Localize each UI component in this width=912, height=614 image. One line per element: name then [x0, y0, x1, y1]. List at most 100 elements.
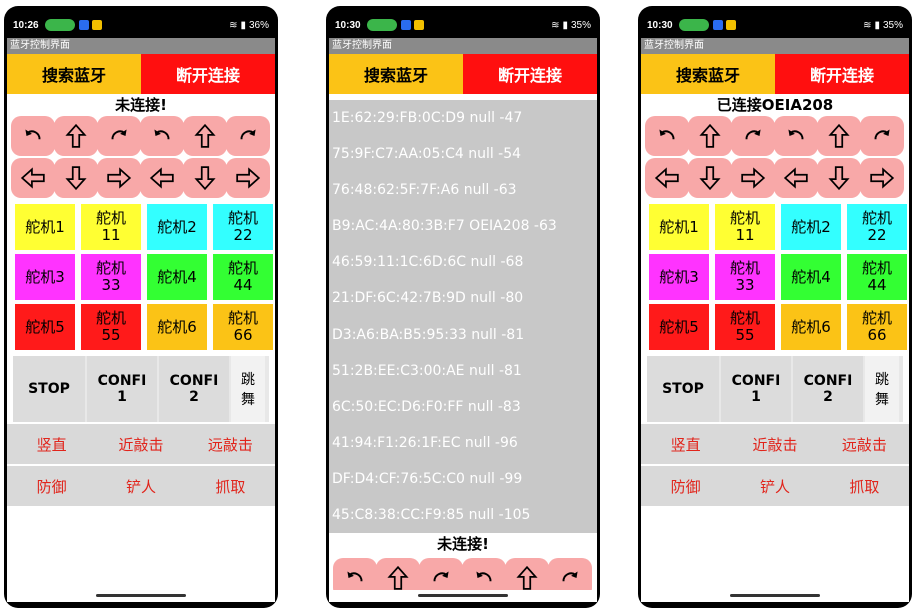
servo-button[interactable]: 舵机 33	[715, 254, 775, 300]
rotate-right-icon	[428, 565, 454, 591]
config2-button[interactable]: CONFI 2	[793, 356, 863, 422]
servo-button[interactable]: 舵机4	[781, 254, 841, 300]
disconnect-button[interactable]: 断开连接	[141, 54, 275, 94]
app-icon	[78, 20, 89, 30]
device-list-item[interactable]: 1E:62:29:FB:0C:D9 null -47	[329, 100, 597, 136]
servo-button[interactable]: 舵机1	[649, 204, 709, 250]
action-grab-button[interactable]: 抓取	[820, 466, 909, 506]
search-bluetooth-button[interactable]: 搜索蓝牙	[329, 54, 463, 94]
device-list-item[interactable]: DF:D4:CF:76:5C:C0 null -99	[329, 461, 597, 497]
servo-button[interactable]: 舵机4	[147, 254, 207, 300]
config1-button[interactable]: CONFI 1	[721, 356, 791, 422]
device-list-item[interactable]: 21:DF:6C:42:7B:9D null -80	[329, 280, 597, 316]
control-arrow-up-button[interactable]	[183, 116, 227, 156]
control-arrow-right-button[interactable]	[731, 158, 775, 198]
servo-button[interactable]: 舵机5	[15, 304, 75, 350]
device-list-item[interactable]: 51:2B:EE:C3:00:AE null -81	[329, 353, 597, 389]
action-grab-button[interactable]: 抓取	[186, 466, 275, 506]
servo-button[interactable]: 舵机 66	[847, 304, 907, 350]
device-list-item[interactable]: 76:48:62:5F:7F:A6 null -63	[329, 172, 597, 208]
servo-button[interactable]: 舵机 22	[847, 204, 907, 250]
arrow-up-icon	[697, 123, 723, 149]
notification-pill-icon	[366, 19, 397, 31]
servo-button[interactable]: 舵机5	[649, 304, 709, 350]
servo-button[interactable]: 舵机3	[649, 254, 709, 300]
control-arrow-right-button[interactable]	[226, 158, 270, 198]
search-bluetooth-button[interactable]: 搜索蓝牙	[7, 54, 141, 94]
device-list-item[interactable]: B9:AC:4A:80:3B:F7 OEIA208 -63	[329, 208, 597, 244]
disconnect-button[interactable]: 断开连接	[463, 54, 597, 94]
device-list-item[interactable]: 75:9F:C7:AA:05:C4 null -54	[329, 136, 597, 172]
servo-button[interactable]: 舵机 44	[213, 254, 273, 300]
servo-button[interactable]: 舵机 11	[81, 204, 141, 250]
rotate-left-icon	[654, 123, 680, 149]
control-rotate-left-button[interactable]	[774, 116, 818, 156]
servo-button[interactable]: 舵机2	[147, 204, 207, 250]
wifi-icon: ≋	[551, 19, 560, 31]
control-arrow-down-button[interactable]	[817, 158, 861, 198]
dance-button[interactable]: 跳 舞	[231, 356, 265, 422]
rotate-right-icon	[235, 123, 261, 149]
rotate-right-icon	[869, 123, 895, 149]
action-shovel-button[interactable]: 铲人	[730, 466, 819, 506]
stop-button[interactable]: STOP	[647, 356, 719, 422]
device-list-item[interactable]: 45:C8:38:CC:F9:85 null -105	[329, 497, 597, 533]
control-arrow-down-button[interactable]	[688, 158, 732, 198]
servo-button[interactable]: 舵机6	[781, 304, 841, 350]
control-rotate-left-button[interactable]	[11, 116, 55, 156]
device-list-item[interactable]: D3:A6:BA:B5:95:33 null -81	[329, 317, 597, 353]
control-rotate-left-button[interactable]	[645, 116, 689, 156]
wifi-icon: ≋	[863, 19, 872, 31]
control-arrow-up-button[interactable]	[54, 116, 98, 156]
action-vertical-button[interactable]: 竖直	[641, 424, 730, 464]
stop-button[interactable]: STOP	[13, 356, 85, 422]
action-vertical-button[interactable]: 竖直	[7, 424, 96, 464]
device-list[interactable]: 1E:62:29:FB:0C:D9 null -47 75:9F:C7:AA:05…	[329, 100, 597, 533]
control-arrow-left-button[interactable]	[645, 158, 689, 198]
device-list-item[interactable]: 6C:50:EC:D6:F0:FF null -83	[329, 389, 597, 425]
action-defend-button[interactable]: 防御	[7, 466, 96, 506]
control-rotate-right-button[interactable]	[97, 116, 141, 156]
action-shovel-button[interactable]: 铲人	[96, 466, 185, 506]
dance-button[interactable]: 跳 舞	[865, 356, 899, 422]
control-arrow-right-button[interactable]	[860, 158, 904, 198]
servo-button[interactable]: 舵机 55	[81, 304, 141, 350]
arrow-left-icon	[149, 165, 175, 191]
control-arrow-down-button[interactable]	[54, 158, 98, 198]
control-arrow-left-button[interactable]	[774, 158, 818, 198]
action-near-strike-button[interactable]: 近敲击	[96, 424, 185, 464]
servo-button[interactable]: 舵机 55	[715, 304, 775, 350]
rotate-left-icon	[149, 123, 175, 149]
device-list-item[interactable]: 41:94:F1:26:1F:EC null -96	[329, 425, 597, 461]
action-near-strike-button[interactable]: 近敲击	[730, 424, 819, 464]
servo-button[interactable]: 舵机2	[781, 204, 841, 250]
servo-button[interactable]: 舵机 22	[213, 204, 273, 250]
control-rotate-right-button[interactable]	[860, 116, 904, 156]
disconnect-button[interactable]: 断开连接	[775, 54, 909, 94]
control-arrow-left-button[interactable]	[11, 158, 55, 198]
control-arrow-up-button[interactable]	[688, 116, 732, 156]
control-arrow-down-button[interactable]	[183, 158, 227, 198]
servo-button[interactable]: 舵机6	[147, 304, 207, 350]
config1-button[interactable]: CONFI 1	[87, 356, 157, 422]
servo-button[interactable]: 舵机3	[15, 254, 75, 300]
control-arrow-left-button[interactable]	[140, 158, 184, 198]
control-rotate-right-button[interactable]	[226, 116, 270, 156]
action-far-strike-button[interactable]: 远敲击	[820, 424, 909, 464]
config2-button[interactable]: CONFI 2	[159, 356, 229, 422]
servo-button[interactable]: 舵机 33	[81, 254, 141, 300]
control-rotate-left-button[interactable]	[140, 116, 184, 156]
servo-button[interactable]: 舵机 66	[213, 304, 273, 350]
action-far-strike-button[interactable]: 远敲击	[186, 424, 275, 464]
control-arrow-up-button[interactable]	[817, 116, 861, 156]
action-defend-button[interactable]: 防御	[641, 466, 730, 506]
arrow-up-icon	[192, 123, 218, 149]
search-bluetooth-button[interactable]: 搜索蓝牙	[641, 54, 775, 94]
device-list-item[interactable]: 46:59:11:1C:6D:6C null -68	[329, 244, 597, 280]
servo-button[interactable]: 舵机 11	[715, 204, 775, 250]
rotate-left-icon	[342, 565, 368, 591]
servo-button[interactable]: 舵机 44	[847, 254, 907, 300]
control-rotate-right-button[interactable]	[731, 116, 775, 156]
control-arrow-right-button[interactable]	[97, 158, 141, 198]
servo-button[interactable]: 舵机1	[15, 204, 75, 250]
